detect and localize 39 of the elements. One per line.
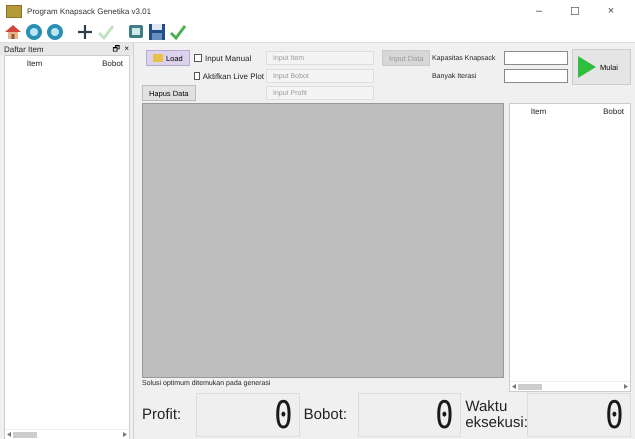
checkbox[interactable] [194, 54, 202, 62]
app-icon [6, 4, 22, 18]
window-control[interactable]: ☐ [557, 4, 593, 18]
input-field[interactable] [504, 69, 568, 83]
window-title: Program Knapsack Genetika v3.01 [27, 6, 152, 16]
floppy-disk-icon[interactable] [148, 23, 166, 41]
scrollbar-thumb[interactable] [518, 384, 542, 390]
monitor-icon[interactable] [127, 23, 145, 41]
column-header[interactable]: Item [5, 58, 64, 68]
readout-label: Profit: [142, 407, 182, 423]
scroll-left-icon[interactable] [7, 432, 11, 437]
item-list[interactable]: Item Bobot [4, 55, 130, 439]
circle-icon[interactable] [25, 23, 43, 41]
column-header[interactable]: Bobot [64, 58, 129, 68]
scroll-right-icon[interactable] [624, 384, 628, 389]
checkbox-label: Input Manual [205, 54, 252, 62]
column-header[interactable]: Bobot [567, 106, 630, 116]
digit-display: 0 [436, 395, 454, 435]
digit-display: 0 [605, 395, 624, 435]
scroll-right-icon[interactable] [123, 432, 127, 437]
circle-icon[interactable] [46, 23, 64, 41]
scrollbar-thumb[interactable] [13, 432, 37, 438]
window-control[interactable]: – [521, 4, 557, 18]
checkbox-label: Aktifkan Live Plot [202, 72, 264, 80]
checkbox[interactable] [194, 72, 200, 80]
home-icon[interactable] [4, 23, 22, 41]
panel-button[interactable]: × [124, 45, 129, 53]
panel-button[interactable]: 🗗 [112, 45, 120, 53]
play-icon [576, 54, 598, 80]
window-control[interactable]: × [593, 4, 629, 18]
plus-icon[interactable] [76, 23, 94, 41]
input-field[interactable] [504, 51, 568, 65]
checkmark-icon[interactable] [169, 23, 187, 41]
column-header[interactable]: Item [510, 106, 567, 116]
result-list[interactable]: Item Bobot [509, 103, 631, 392]
readout-label: Bobot: [304, 407, 348, 423]
panel-title: Daftar Item [4, 44, 45, 54]
scroll-left-icon[interactable] [512, 384, 516, 389]
digit-display: 0 [274, 395, 292, 435]
